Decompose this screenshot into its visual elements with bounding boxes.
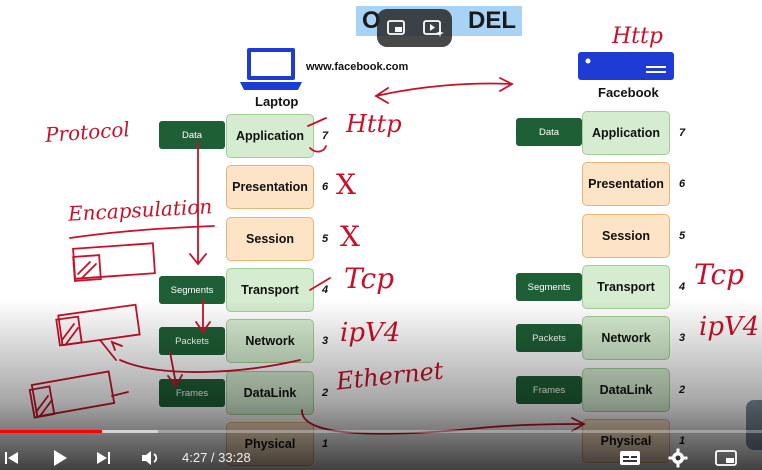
volume-icon[interactable] (136, 446, 164, 470)
previous-icon[interactable] (0, 446, 24, 470)
settings-icon[interactable] (664, 446, 692, 470)
progress-played (0, 430, 103, 433)
time-current: 4:27 (182, 450, 208, 465)
next-icon[interactable] (90, 446, 118, 470)
subtitles-icon[interactable] (616, 446, 644, 470)
miniplayer-bottom-icon[interactable] (712, 446, 740, 470)
progress-track[interactable] (0, 430, 762, 433)
time-display: 4:27 / 33:28 (182, 450, 251, 465)
play-icon[interactable] (46, 446, 74, 470)
ink-strokes (28, 77, 586, 435)
time-total: 33:28 (218, 450, 251, 465)
presenter-avatar (746, 400, 762, 450)
